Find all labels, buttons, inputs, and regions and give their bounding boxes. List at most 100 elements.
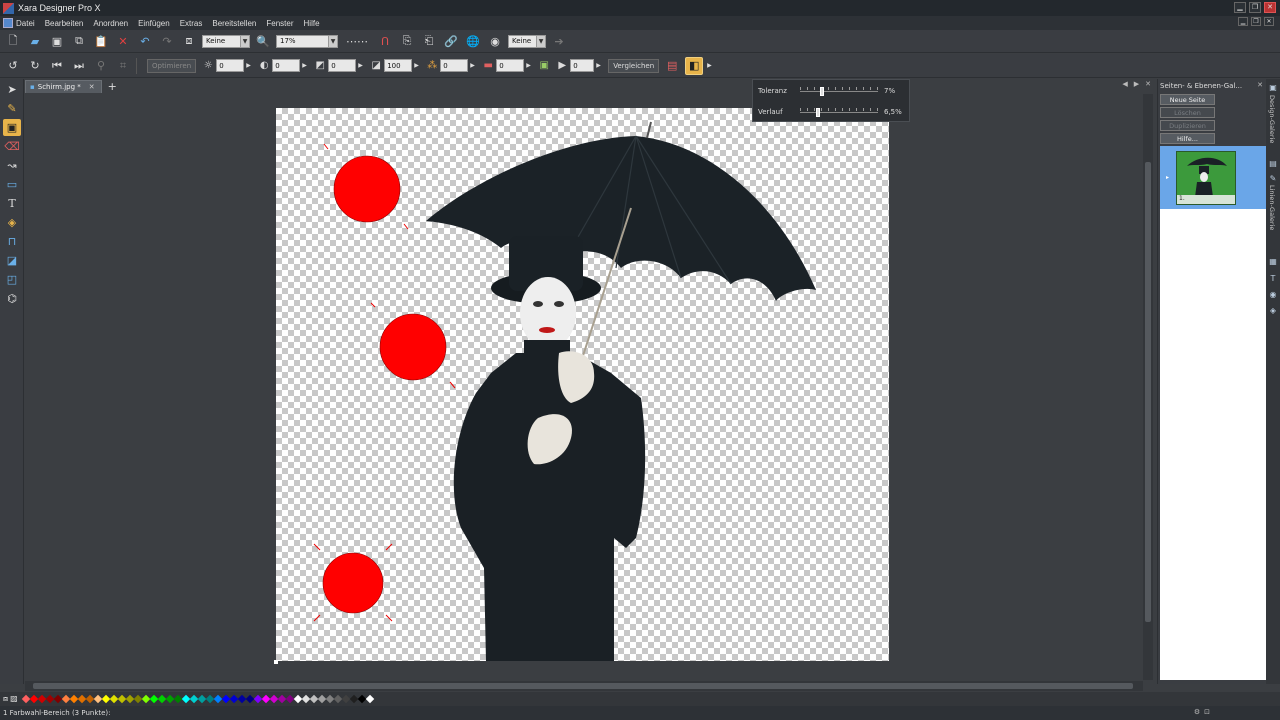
color-swatch[interactable]: [293, 694, 302, 704]
color-swatch[interactable]: [173, 694, 182, 704]
layers-icon[interactable]: ▤: [1268, 159, 1278, 169]
color-swatch[interactable]: [205, 694, 214, 704]
color-swatch[interactable]: [29, 694, 38, 704]
color-swatch[interactable]: [357, 694, 366, 704]
undo-icon[interactable]: ↶: [136, 32, 154, 50]
delete-icon[interactable]: ✕: [114, 32, 132, 50]
vertical-scrollbar[interactable]: [1143, 94, 1153, 680]
color-swatch[interactable]: [21, 694, 30, 704]
color-swatch[interactable]: [133, 694, 142, 704]
horizontal-scrollbar[interactable]: [25, 681, 1143, 691]
color-swatch[interactable]: [301, 694, 310, 704]
add-tab-icon[interactable]: +: [108, 80, 117, 93]
preview-icon[interactable]: ◉: [486, 32, 504, 50]
color-select-tool-icon[interactable]: ◧: [685, 56, 704, 75]
copy-icon[interactable]: ⧉: [70, 32, 88, 50]
vertical-scroll-thumb[interactable]: [1145, 162, 1151, 622]
doc-minimize-button[interactable]: ▁: [1238, 17, 1248, 26]
color-field[interactable]: 0: [440, 59, 469, 72]
color-selection-point-1[interactable]: [323, 143, 409, 230]
minimize-button[interactable]: ▁: [1234, 2, 1246, 13]
palette-menu-icon[interactable]: ⧈: [3, 694, 8, 704]
tab-prev-icon[interactable]: ◀: [1122, 80, 1127, 88]
pen-tool-icon[interactable]: ✎: [3, 100, 21, 117]
loupe-icon[interactable]: ⚲: [92, 57, 110, 75]
eraser-tool-icon[interactable]: ⌫: [3, 138, 21, 155]
text-tool-icon[interactable]: T: [3, 195, 21, 212]
chevron-right-icon[interactable]: ▶: [358, 62, 364, 69]
new-page-button[interactable]: Neue Seite: [1160, 94, 1215, 105]
expand-arrow-icon[interactable]: ▸: [1166, 174, 1169, 181]
doc-restore-button[interactable]: ❐: [1251, 17, 1261, 26]
line-icon[interactable]: ✎: [1268, 174, 1278, 184]
histogram-icon[interactable]: ▤: [663, 57, 681, 75]
last-frame-icon[interactable]: ⏭: [70, 57, 88, 75]
menu-hilfe[interactable]: Hilfe: [304, 19, 320, 28]
save-icon[interactable]: ▣: [48, 32, 66, 50]
ruler-icon[interactable]: ⋯⋯: [342, 32, 372, 50]
render-quality-icon[interactable]: ⚙: [1194, 708, 1200, 716]
color-swatch[interactable]: [333, 694, 342, 704]
chevron-right-icon[interactable]: ▶: [246, 62, 252, 69]
temperature-field[interactable]: 0: [496, 59, 525, 72]
color-swatch[interactable]: [213, 694, 222, 704]
color-swatch[interactable]: [309, 694, 318, 704]
color-swatch[interactable]: [181, 694, 190, 704]
selector-tool-icon[interactable]: ➤: [3, 81, 21, 98]
color-swatch[interactable]: [37, 694, 46, 704]
color-swatch[interactable]: [149, 694, 158, 704]
live-effects-icon[interactable]: ⌬: [3, 290, 21, 307]
shadow-tool-icon[interactable]: ◪: [3, 252, 21, 269]
compare-button[interactable]: Vergleichen: [608, 58, 660, 73]
close-button[interactable]: ✕: [1264, 2, 1276, 13]
color-swatch[interactable]: [277, 694, 286, 704]
doc-close-button[interactable]: ✕: [1264, 17, 1274, 26]
color-swatch[interactable]: [109, 694, 118, 704]
color-swatch[interactable]: [45, 694, 54, 704]
chevron-right-icon[interactable]: ▶: [526, 62, 532, 69]
redo-icon[interactable]: ↷: [158, 32, 176, 50]
tolerance-slider[interactable]: [800, 87, 878, 96]
document-page[interactable]: [276, 108, 889, 661]
bitmap-gallery-icon[interactable]: ▦: [1268, 257, 1278, 267]
apply-arrow-icon[interactable]: ➔: [550, 32, 568, 50]
zoom-combo[interactable]: 17% ▼: [276, 34, 338, 48]
photo-tool-icon[interactable]: ▣: [3, 119, 21, 136]
document-menu-icon[interactable]: [3, 18, 13, 28]
document-tab[interactable]: ▪ Schirm.jpg * ✕: [25, 80, 102, 93]
link-icon[interactable]: 🔗: [442, 32, 460, 50]
transparency-tool-icon[interactable]: ⊓: [3, 233, 21, 250]
color-selection-point-3[interactable]: [313, 543, 393, 622]
color-swatch[interactable]: [341, 694, 350, 704]
quality-combo[interactable]: Keine ▼: [202, 34, 250, 48]
first-frame-icon[interactable]: ⏮: [48, 57, 66, 75]
color-swatch[interactable]: [117, 694, 126, 704]
paste-icon[interactable]: 📋: [92, 32, 110, 50]
color-swatch[interactable]: [229, 694, 238, 704]
menu-anordnen[interactable]: Anordnen: [93, 19, 128, 28]
color-swatch[interactable]: [253, 694, 262, 704]
canvas-area[interactable]: [25, 94, 1143, 680]
color-selection-point-2[interactable]: [370, 302, 456, 389]
photo-artwork[interactable]: [276, 108, 889, 661]
restore-button[interactable]: ❐: [1249, 2, 1261, 13]
chevron-right-icon[interactable]: ▶: [302, 62, 308, 69]
color-swatch[interactable]: [245, 694, 254, 704]
color-swatch[interactable]: [53, 694, 62, 704]
saturation-field[interactable]: 0: [328, 59, 357, 72]
close-tab-icon[interactable]: ✕: [89, 83, 95, 91]
page-item-selected[interactable]: ▸ 1.: [1160, 146, 1266, 209]
color-swatch[interactable]: [317, 694, 326, 704]
snap-status-icon[interactable]: ⊡: [1204, 708, 1210, 716]
color-swatch[interactable]: [77, 694, 86, 704]
style-combo[interactable]: Keine ▼: [508, 34, 546, 48]
sharpness-field[interactable]: 100: [384, 59, 413, 72]
chevron-right-icon[interactable]: ▶: [414, 62, 420, 69]
color-swatch[interactable]: [221, 694, 230, 704]
crop-icon[interactable]: ⌗: [114, 57, 132, 75]
open-folder-icon[interactable]: ▰: [26, 32, 44, 50]
fill-tool-icon[interactable]: ◈: [3, 214, 21, 231]
menu-fenster[interactable]: Fenster: [266, 19, 293, 28]
gallery-list[interactable]: ▸ 1.: [1160, 146, 1266, 680]
color-swatch[interactable]: [269, 694, 278, 704]
